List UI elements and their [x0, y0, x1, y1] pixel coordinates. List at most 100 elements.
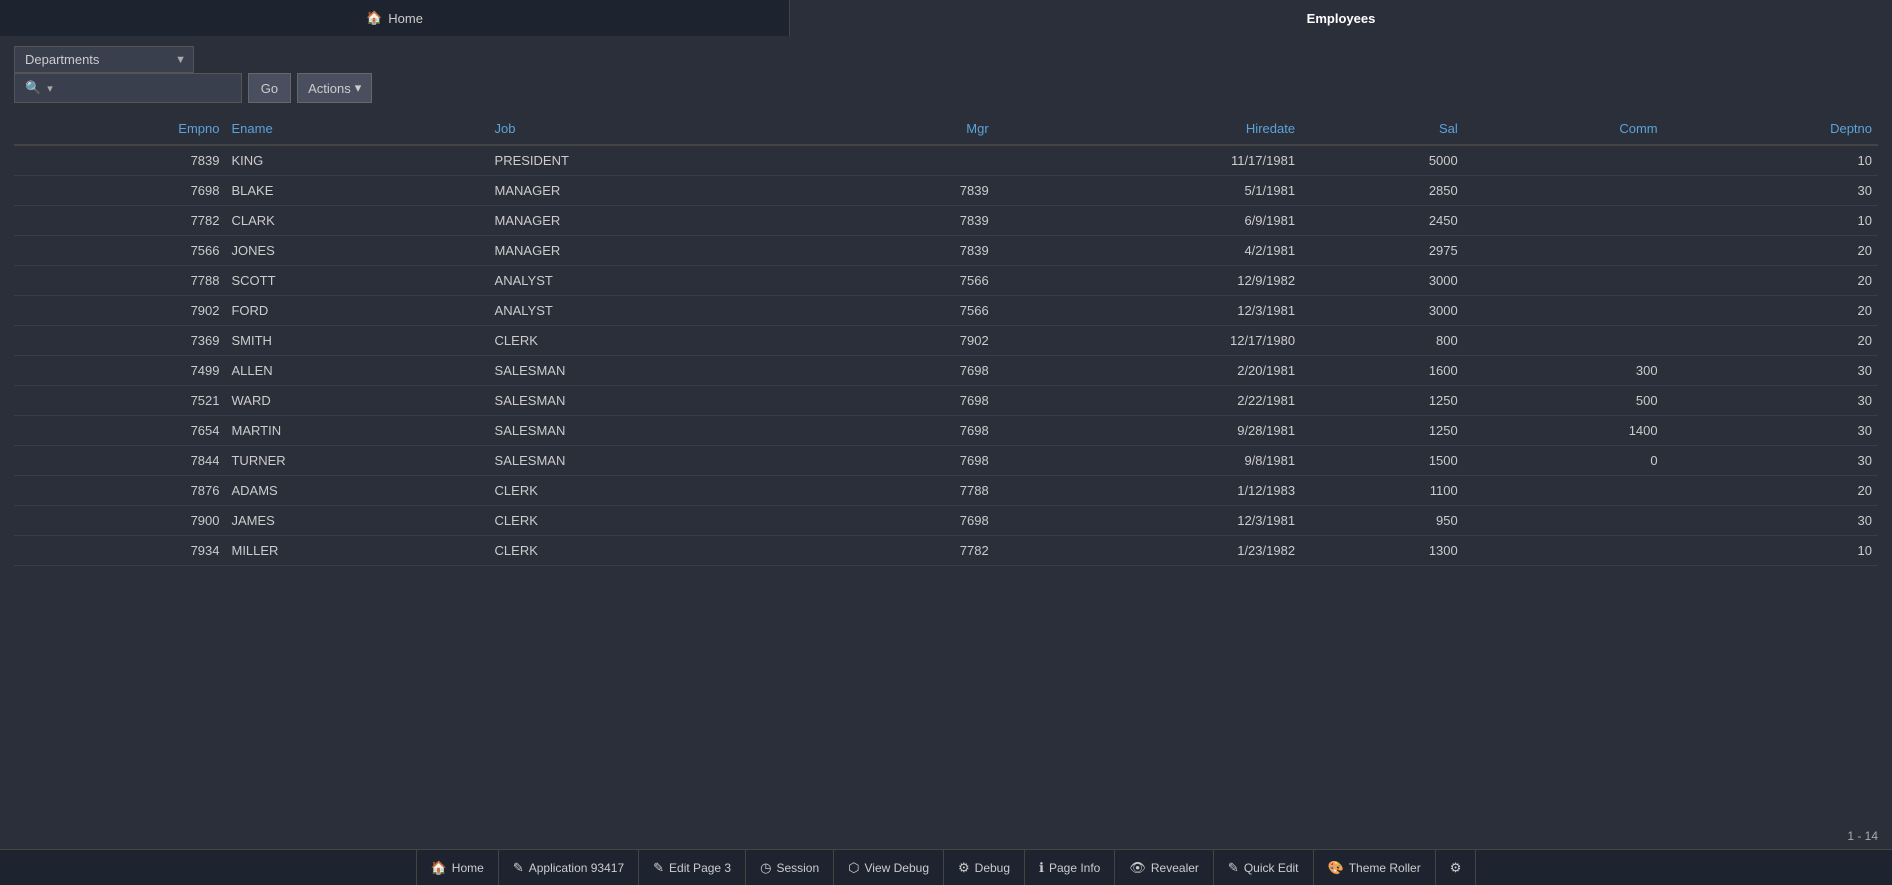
table-row[interactable]: 7788SCOTTANALYST756612/9/1982300020: [14, 266, 1878, 296]
cell-comm: [1464, 536, 1664, 566]
cell-job: PRESIDENT: [489, 145, 832, 176]
cell-empno: 7521: [14, 386, 225, 416]
cell-deptno: 30: [1664, 176, 1878, 206]
cell-job: MANAGER: [489, 176, 832, 206]
col-mgr[interactable]: Mgr: [832, 113, 995, 145]
search-input[interactable]: [55, 81, 235, 96]
table-row[interactable]: 7934MILLERCLERK77821/23/1982130010: [14, 536, 1878, 566]
cell-job: CLERK: [489, 476, 832, 506]
table-row[interactable]: 7900JAMESCLERK769812/3/198195030: [14, 506, 1878, 536]
cell-empno: 7499: [14, 356, 225, 386]
cell-ename: FORD: [225, 296, 488, 326]
footer-edit-page-label: Edit Page 3: [669, 861, 731, 875]
table-row[interactable]: 7499ALLENSALESMAN76982/20/1981160030030: [14, 356, 1878, 386]
cell-job: CLERK: [489, 536, 832, 566]
footer-application[interactable]: ✎ Application 93417: [499, 850, 639, 885]
cell-job: SALESMAN: [489, 416, 832, 446]
table-row[interactable]: 7876ADAMSCLERK77881/12/1983110020: [14, 476, 1878, 506]
cell-job: ANALYST: [489, 296, 832, 326]
footer-revealer[interactable]: 👁 Revealer: [1115, 850, 1214, 885]
footer-view-debug-label: View Debug: [865, 861, 930, 875]
footer-debug[interactable]: ⚙ Debug: [944, 850, 1025, 885]
session-icon: ◷: [760, 860, 771, 876]
table-row[interactable]: 7369SMITHCLERK790212/17/198080020: [14, 326, 1878, 356]
cell-ename: KING: [225, 145, 488, 176]
table-row[interactable]: 7902FORDANALYST756612/3/1981300020: [14, 296, 1878, 326]
pagination-text: 1 - 14: [1847, 829, 1878, 843]
cell-sal: 800: [1301, 326, 1464, 356]
table-row[interactable]: 7844TURNERSALESMAN76989/8/19811500030: [14, 446, 1878, 476]
footer-quick-edit[interactable]: ✎ Quick Edit: [1214, 850, 1314, 885]
departments-select-container: Departments 10 - ACCOUNTING 20 - RESEARC…: [14, 46, 194, 73]
top-nav: 🏠 Home Employees: [0, 0, 1892, 36]
col-deptno[interactable]: Deptno: [1664, 113, 1878, 145]
cell-deptno: 10: [1664, 206, 1878, 236]
go-button[interactable]: Go: [248, 73, 291, 103]
footer-session-label: Session: [776, 861, 819, 875]
cell-mgr: 7782: [832, 536, 995, 566]
footer-page-info[interactable]: ℹ Page Info: [1025, 850, 1115, 885]
cell-hiredate: 12/3/1981: [995, 506, 1301, 536]
search-bar: 🔍 ▾ Go Actions ▾: [14, 73, 1878, 103]
search-chevron-icon[interactable]: ▾: [45, 82, 55, 95]
cell-mgr: [832, 145, 995, 176]
cell-sal: 2975: [1301, 236, 1464, 266]
table-row[interactable]: 7782CLARKMANAGER78396/9/1981245010: [14, 206, 1878, 236]
footer-revealer-label: Revealer: [1151, 861, 1199, 875]
nav-employees-label: Employees: [1307, 11, 1376, 26]
cell-ename: SCOTT: [225, 266, 488, 296]
cell-comm: 300: [1464, 356, 1664, 386]
cell-empno: 7369: [14, 326, 225, 356]
cell-hiredate: 12/3/1981: [995, 296, 1301, 326]
cell-empno: 7844: [14, 446, 225, 476]
cell-hiredate: 1/12/1983: [995, 476, 1301, 506]
cell-sal: 2850: [1301, 176, 1464, 206]
cell-deptno: 10: [1664, 536, 1878, 566]
departments-select[interactable]: Departments 10 - ACCOUNTING 20 - RESEARC…: [14, 46, 194, 73]
settings-icon: ⚙: [1450, 860, 1462, 876]
search-icon-button[interactable]: 🔍: [21, 80, 45, 96]
table-row[interactable]: 7566JONESMANAGER78394/2/1981297520: [14, 236, 1878, 266]
table-row[interactable]: 7654MARTINSALESMAN76989/28/1981125014003…: [14, 416, 1878, 446]
table-row[interactable]: 7698BLAKEMANAGER78395/1/1981285030: [14, 176, 1878, 206]
col-empno[interactable]: Empno: [14, 113, 225, 145]
cell-comm: [1464, 236, 1664, 266]
edit-page-icon: ✎: [653, 860, 664, 876]
revealer-icon: 👁: [1129, 860, 1146, 876]
table-row[interactable]: 7839KINGPRESIDENT11/17/1981500010: [14, 145, 1878, 176]
col-comm[interactable]: Comm: [1464, 113, 1664, 145]
cell-ename: MILLER: [225, 536, 488, 566]
footer-view-debug[interactable]: ⬡ View Debug: [834, 850, 944, 885]
cell-hiredate: 6/9/1981: [995, 206, 1301, 236]
nav-home[interactable]: 🏠 Home: [0, 0, 790, 36]
cell-comm: [1464, 506, 1664, 536]
cell-empno: 7788: [14, 266, 225, 296]
footer-edit-page[interactable]: ✎ Edit Page 3: [639, 850, 746, 885]
nav-employees[interactable]: Employees: [790, 0, 1892, 36]
cell-hiredate: 2/22/1981: [995, 386, 1301, 416]
cell-deptno: 20: [1664, 326, 1878, 356]
cell-mgr: 7839: [832, 236, 995, 266]
footer-session[interactable]: ◷ Session: [746, 850, 834, 885]
col-sal[interactable]: Sal: [1301, 113, 1464, 145]
table-row[interactable]: 7521WARDSALESMAN76982/22/1981125050030: [14, 386, 1878, 416]
cell-sal: 2450: [1301, 206, 1464, 236]
col-job[interactable]: Job: [489, 113, 832, 145]
actions-button[interactable]: Actions ▾: [297, 73, 372, 103]
cell-hiredate: 11/17/1981: [995, 145, 1301, 176]
table-header: Empno Ename Job Mgr Hiredate Sal Comm De…: [14, 113, 1878, 145]
col-ename[interactable]: Ename: [225, 113, 488, 145]
cell-empno: 7782: [14, 206, 225, 236]
col-hiredate[interactable]: Hiredate: [995, 113, 1301, 145]
footer-settings[interactable]: ⚙: [1436, 850, 1477, 885]
cell-sal: 1250: [1301, 386, 1464, 416]
footer-home[interactable]: 🏠 Home: [416, 850, 499, 885]
cell-comm: [1464, 296, 1664, 326]
footer-theme-roller[interactable]: 🎨 Theme Roller: [1314, 850, 1436, 885]
cell-ename: WARD: [225, 386, 488, 416]
cell-ename: CLARK: [225, 206, 488, 236]
cell-ename: MARTIN: [225, 416, 488, 446]
cell-job: ANALYST: [489, 266, 832, 296]
cell-sal: 1100: [1301, 476, 1464, 506]
cell-comm: [1464, 266, 1664, 296]
